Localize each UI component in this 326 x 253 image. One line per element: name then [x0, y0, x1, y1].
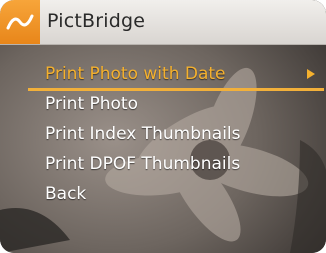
arrow-right-icon — [307, 69, 315, 79]
menu-item-print-dpof-thumbnails[interactable]: Print DPOF Thumbnails — [45, 152, 240, 176]
menu-item-print-photo-with-date[interactable]: Print Photo with Date — [45, 62, 226, 86]
title-bar: PictBridge — [0, 0, 326, 45]
menu-item-back[interactable]: Back — [45, 182, 86, 206]
selection-underline — [28, 88, 324, 91]
menu-item-print-index-thumbnails[interactable]: Print Index Thumbnails — [45, 122, 241, 146]
menu-item-print-photo[interactable]: Print Photo — [45, 92, 138, 116]
pictbridge-mode-icon — [0, 0, 40, 44]
camera-screen: PictBridge Print Photo with Date Print P… — [0, 0, 326, 253]
page-title: PictBridge — [47, 10, 146, 32]
